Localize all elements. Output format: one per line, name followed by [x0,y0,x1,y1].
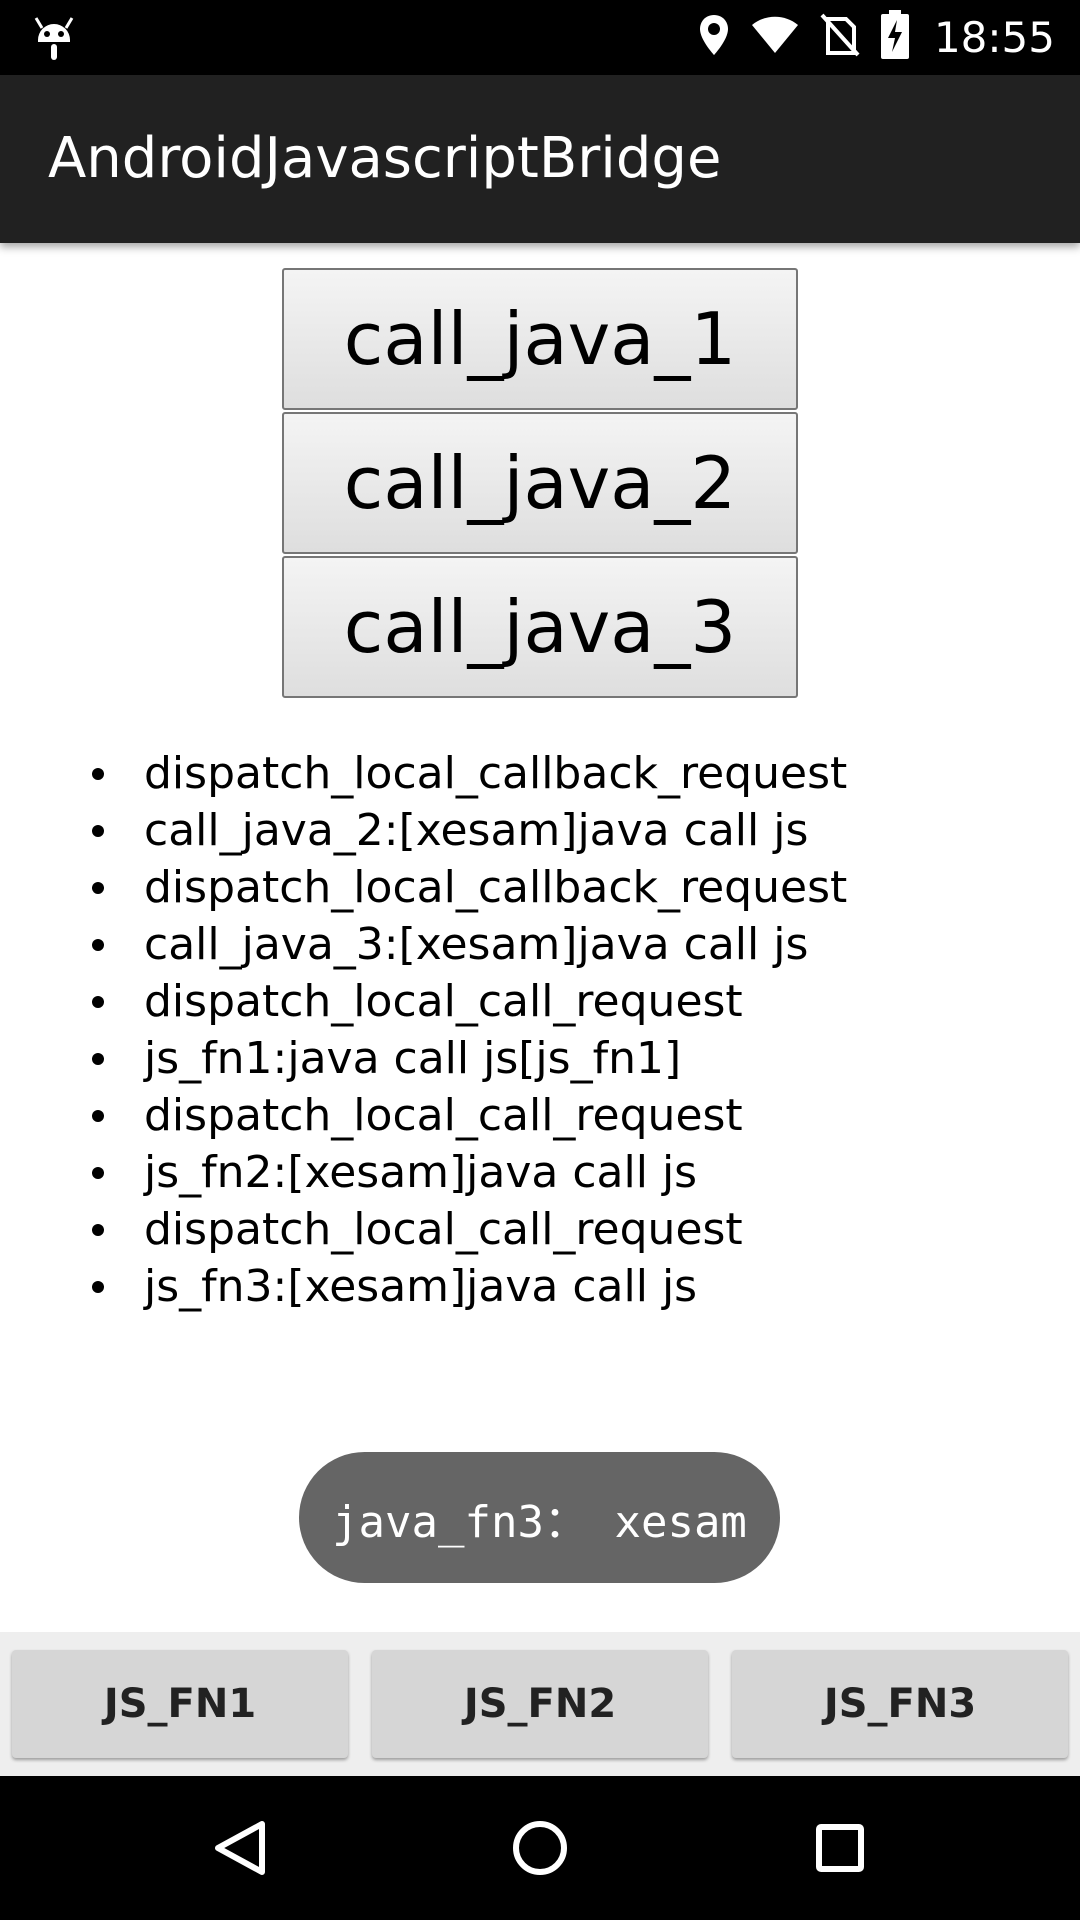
log-item: js_fn3:[xesam]java call js [0,1258,1080,1315]
bullet [92,1167,104,1179]
call-java-2-button[interactable]: call_java_2 [282,412,798,554]
bullet [92,768,104,780]
home-icon[interactable] [440,1776,640,1920]
status-time: 18:55 [933,13,1055,62]
log-text: js_fn3:[xesam]java call js [144,1261,698,1312]
no-sim-icon [820,13,860,62]
log-text: call_java_3:[xesam]java call js [144,919,809,970]
call-java-1-button[interactable]: call_java_1 [282,268,798,410]
log-item: call_java_3:[xesam]java call js [0,916,1080,973]
log-text: js_fn1:java call js[js_fn1] [144,1033,682,1084]
bullet [92,1053,104,1065]
battery-charging-icon [880,10,910,65]
status-icons: 18:55 [698,0,1055,75]
log-text: dispatch_local_callback_request [144,862,848,913]
js-fn3-button[interactable]: JS_FN3 [732,1650,1068,1758]
log-text: dispatch_local_call_request [144,1204,743,1255]
status-bar: 18:55 [0,0,1080,75]
js-fn1-button[interactable]: JS_FN1 [12,1650,348,1758]
log-item: js_fn1:java call js[js_fn1] [0,1030,1080,1087]
native-button-panel: JS_FN1 JS_FN2 JS_FN3 [0,1632,1080,1776]
log-item: dispatch_local_call_request [0,1087,1080,1144]
bullet [92,939,104,951]
location-icon [698,13,730,62]
log-text: dispatch_local_call_request [144,976,743,1027]
log-item: dispatch_local_callback_request [0,859,1080,916]
log-item: dispatch_local_call_request [0,973,1080,1030]
android-debug-icon [34,14,74,62]
log-item: call_java_2:[xesam]java call js [0,802,1080,859]
bullet [92,1281,104,1293]
log-item: js_fn2:[xesam]java call js [0,1144,1080,1201]
call-java-3-button[interactable]: call_java_3 [282,556,798,698]
app-title: AndroidJavascriptBridge [48,126,722,191]
log-list: dispatch_local_callback_request call_jav… [0,745,1080,1315]
bullet [92,1224,104,1236]
bullet [92,882,104,894]
log-text: dispatch_local_call_request [144,1090,743,1141]
wifi-icon [750,15,800,60]
bullet [92,825,104,837]
app-bar: AndroidJavascriptBridge [0,75,1080,243]
back-icon[interactable] [140,1776,340,1920]
log-text: js_fn2:[xesam]java call js [144,1147,698,1198]
bullet [92,1110,104,1122]
navigation-bar [0,1776,1080,1920]
recents-icon[interactable] [740,1776,940,1920]
js-fn2-button[interactable]: JS_FN2 [372,1650,708,1758]
toast-message: java_fn3： xesam [299,1452,780,1583]
log-item: dispatch_local_callback_request [0,745,1080,802]
log-text: dispatch_local_callback_request [144,748,848,799]
bullet [92,996,104,1008]
log-item: dispatch_local_call_request [0,1201,1080,1258]
log-text: call_java_2:[xesam]java call js [144,805,809,856]
